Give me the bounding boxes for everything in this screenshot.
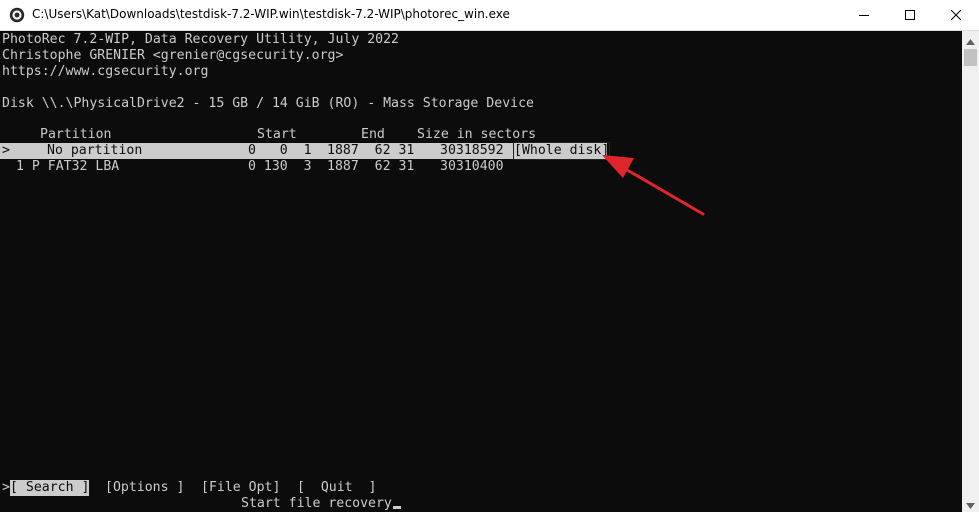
- maximize-icon: [905, 10, 915, 20]
- row-size: 30318592: [440, 143, 504, 158]
- file-opt-menu-item[interactable]: [File Opt]: [201, 480, 280, 496]
- scroll-down-button[interactable]: [962, 495, 979, 512]
- close-icon: [951, 10, 961, 20]
- menu-selector: >: [2, 480, 10, 495]
- table-header: Partition Start End Size in sectors: [2, 127, 622, 143]
- row-marker: >: [2, 143, 10, 158]
- maximize-button[interactable]: [887, 0, 933, 30]
- row-size: 30310400: [440, 159, 504, 174]
- disk-info-line: Disk \\.\PhysicalDrive2 - 15 GB / 14 GiB…: [2, 96, 534, 111]
- menu-hint: Start file recovery: [241, 496, 401, 512]
- row-partition: No partition: [47, 143, 143, 158]
- title-bar[interactable]: C:\Users\Kat\Downloads\testdisk-7.2-WIP.…: [0, 0, 979, 31]
- whole-disk-tag: [Whole disk]: [512, 142, 611, 160]
- row-end: 1887 62 31: [327, 159, 415, 174]
- row-partition: 1 P FAT32 LBA: [16, 159, 120, 174]
- close-button[interactable]: [933, 0, 979, 30]
- scroll-up-button[interactable]: [962, 31, 979, 48]
- search-menu-item[interactable]: [ Search ]: [10, 480, 90, 496]
- partition-row-selected[interactable]: > No partition 0 0 1 1887 62 31 30318592…: [0, 142, 611, 160]
- partition-row[interactable]: 1 P FAT32 LBA 0 130 3 1887 62 31 3031040…: [0, 159, 607, 175]
- app-version-line: PhotoRec 7.2-WIP, Data Recovery Utility,…: [2, 32, 399, 47]
- quit-menu-item[interactable]: [ Quit ]: [297, 480, 376, 496]
- scroll-up-arrow-icon: [966, 30, 975, 49]
- row-start: 0 0 1: [248, 143, 312, 158]
- menu-hint-text: Start file recovery: [241, 496, 392, 511]
- minimize-button[interactable]: [841, 0, 887, 30]
- text-cursor: [392, 506, 401, 509]
- column-size: Size in sectors: [417, 127, 537, 142]
- console-window: C:\Users\Kat\Downloads\testdisk-7.2-WIP.…: [0, 0, 979, 512]
- website-line: https://www.cgsecurity.org: [2, 64, 209, 79]
- column-end: End: [361, 127, 385, 142]
- vertical-scrollbar[interactable]: [962, 31, 979, 512]
- options-menu-item[interactable]: [Options ]: [105, 480, 184, 496]
- column-partition: Partition: [40, 127, 112, 142]
- row-start: 0 130 3: [248, 159, 312, 174]
- row-end: 1887 62 31: [327, 143, 415, 158]
- minimize-icon: [859, 10, 869, 20]
- console-output[interactable]: PhotoRec 7.2-WIP, Data Recovery Utility,…: [0, 31, 962, 512]
- scroll-down-arrow-icon: [966, 494, 975, 513]
- action-menu: > [ Search ] [Options ] [File Opt] [ Qui…: [0, 480, 400, 496]
- scroll-thumb[interactable]: [964, 49, 977, 66]
- author-line: Christophe GRENIER <grenier@cgsecurity.o…: [2, 48, 344, 63]
- window-title: C:\Users\Kat\Downloads\testdisk-7.2-WIP.…: [32, 7, 510, 21]
- column-start: Start: [257, 127, 297, 142]
- photorec-app-icon: [9, 7, 25, 23]
